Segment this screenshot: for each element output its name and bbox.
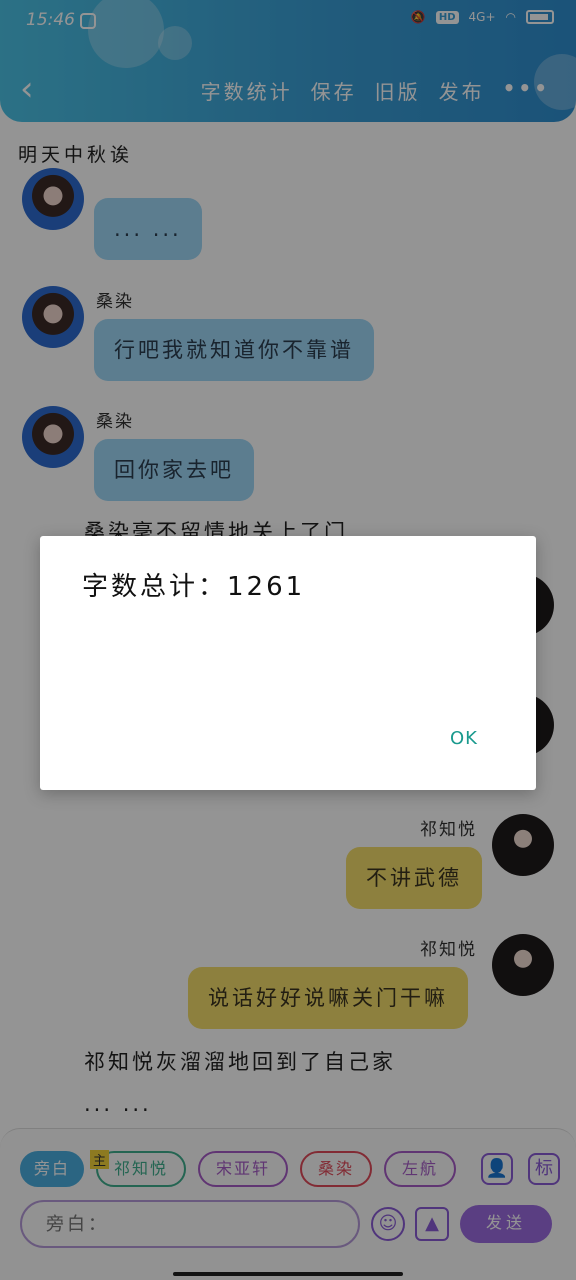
ok-button[interactable]: OK: [450, 728, 478, 749]
dialog-message: 字数总计：1261: [82, 572, 306, 602]
word-count-dialog: 字数总计：1261 OK: [40, 536, 536, 790]
